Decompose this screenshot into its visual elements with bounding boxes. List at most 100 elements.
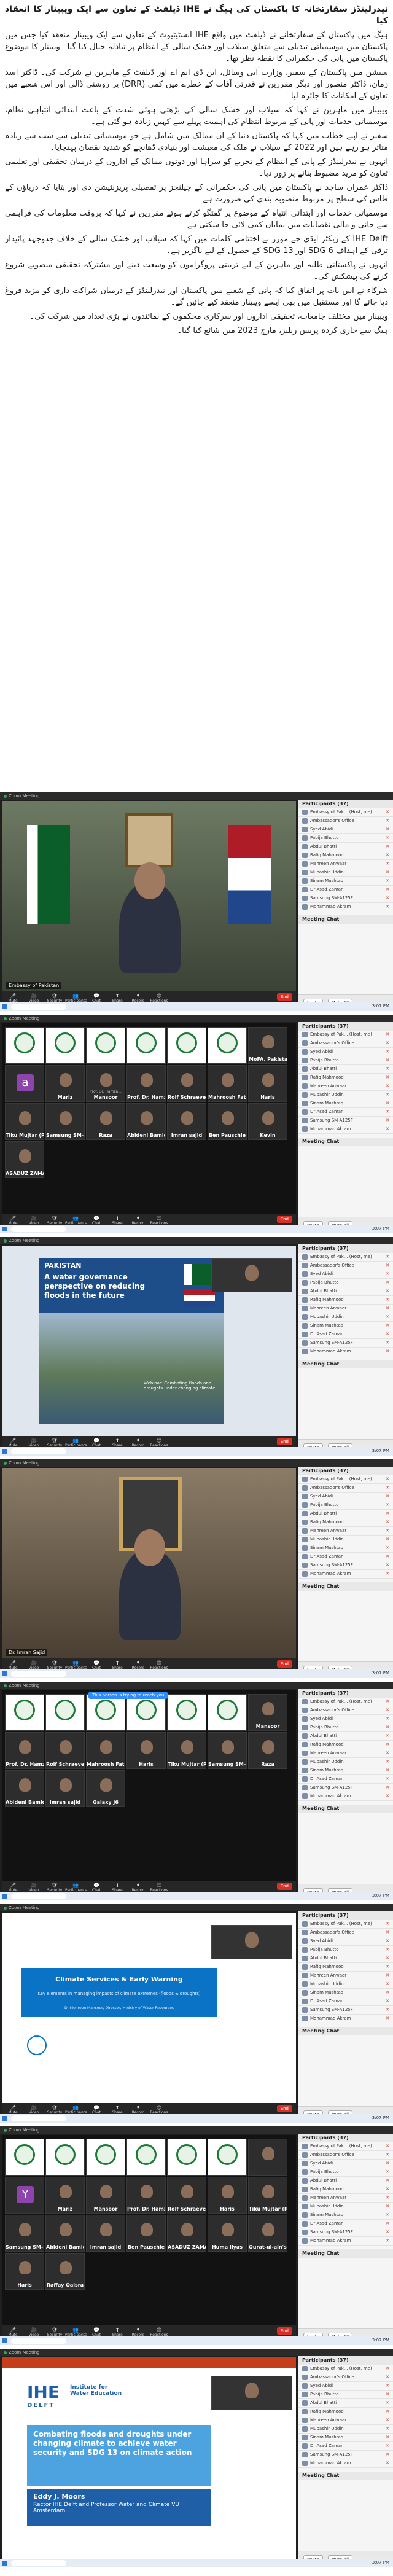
control-video-button[interactable]: 🎥 Video	[23, 1881, 44, 1892]
participant-list-item[interactable]: Pabija Bhutto ✕	[298, 1279, 393, 1287]
participant-list-item[interactable]: Sinam Mushtaq ✕	[298, 1989, 393, 1997]
participant-list-item[interactable]: Dr Asad Zaman ✕	[298, 1775, 393, 1784]
mic-muted-icon[interactable]: ✕	[386, 1339, 389, 1347]
mic-muted-icon[interactable]: ✕	[386, 1527, 389, 1535]
control-chat-button[interactable]: 💬 Chat	[86, 2104, 107, 2115]
participant-list-item[interactable]: Abdul Bhatti ✕	[298, 843, 393, 851]
participant-tile[interactable]	[208, 2139, 247, 2176]
control-reactions-button[interactable]: 😊 Reactions	[149, 1659, 169, 1670]
participant-tile[interactable]: MoFA, Pakistan	[248, 1027, 287, 1064]
end-meeting-button[interactable]: End	[276, 1216, 292, 1223]
participant-list-item[interactable]: Mahreen Anwaar ✕	[298, 1527, 393, 1536]
participant-tile[interactable]: Abideni Bamidi...	[5, 1770, 44, 1807]
mic-muted-icon[interactable]: ✕	[386, 1954, 389, 1962]
participant-tile[interactable]	[126, 2139, 166, 2176]
participant-tile[interactable]: Tiku Mujtar (RVO)	[5, 1103, 44, 1140]
mic-muted-icon[interactable]: ✕	[386, 1475, 389, 1483]
participant-tile[interactable]: Haris	[208, 2177, 247, 2214]
participant-tile[interactable]: Imran sajid	[45, 1770, 85, 1807]
participant-list-item[interactable]: Syed Abidi ✕	[298, 1048, 393, 1056]
control-security-button[interactable]: 🛡 Security	[44, 1214, 65, 1225]
mic-muted-icon[interactable]: ✕	[386, 1039, 389, 1047]
notification-banner[interactable]: This person is trying to reach you	[88, 1692, 168, 1699]
mic-muted-icon[interactable]: ✕	[386, 2416, 389, 2424]
taskbar-search-box[interactable]	[11, 2338, 66, 2344]
participant-list-item[interactable]: Mohammad Akram ✕	[298, 2237, 393, 2246]
participant-list-item[interactable]: Ambassador's Office ✕	[298, 2151, 393, 2160]
participant-list-item[interactable]: Pabija Bhutto ✕	[298, 1946, 393, 1954]
participant-list-item[interactable]: Syed Abidi ✕	[298, 825, 393, 834]
participant-list-item[interactable]: Syed Abidi ✕	[298, 1270, 393, 1279]
control-security-button[interactable]: 🛡 Security	[44, 1881, 65, 1892]
participant-list-item[interactable]: Mahreen Anwaar ✕	[298, 1082, 393, 1091]
control-video-button[interactable]: 🎥 Video	[23, 2104, 44, 2115]
mic-muted-icon[interactable]: ✕	[386, 1920, 389, 1928]
participant-tile[interactable]	[45, 1027, 85, 1064]
participant-list-item[interactable]: Mohammad Akram ✕	[298, 1125, 393, 1134]
participant-list-item[interactable]: Syed Abidi ✕	[298, 1937, 393, 1946]
participant-list-item[interactable]: Mubashir Uddin ✕	[298, 1536, 393, 1544]
control-chat-button[interactable]: 💬 Chat	[86, 1881, 107, 1892]
participant-list-item[interactable]: Sinam Mushtaq ✕	[298, 1766, 393, 1775]
taskbar-search-box[interactable]	[11, 1671, 66, 1677]
participant-list-item[interactable]: Mahreen Anwaar ✕	[298, 1305, 393, 1313]
mic-muted-icon[interactable]: ✕	[386, 1706, 389, 1714]
participant-tile[interactable]	[208, 1027, 247, 1064]
mic-muted-icon[interactable]: ✕	[386, 860, 389, 868]
mic-muted-icon[interactable]: ✕	[386, 843, 389, 851]
participant-list-item[interactable]: Rafiq Mahmood ✕	[298, 1518, 393, 1527]
mic-muted-icon[interactable]: ✕	[386, 808, 389, 816]
mic-muted-icon[interactable]: ✕	[386, 1279, 389, 1287]
participant-tile[interactable]	[167, 1694, 206, 1731]
mic-muted-icon[interactable]: ✕	[386, 817, 389, 825]
windows-start-icon[interactable]	[2, 2338, 7, 2343]
participant-tile[interactable]: Galaxy J6	[86, 1770, 125, 1807]
participant-tile[interactable]: Mariz	[45, 1065, 85, 1102]
participant-tile[interactable]: Huma Ilyas	[208, 2215, 247, 2252]
mic-muted-icon[interactable]: ✕	[386, 825, 389, 833]
participant-list-item[interactable]: Pabija Bhutto ✕	[298, 2391, 393, 2399]
participant-tile[interactable]: Ben Pauschie	[208, 1103, 247, 1140]
participant-list-item[interactable]: Rafiq Mahmood ✕	[298, 851, 393, 860]
mic-muted-icon[interactable]: ✕	[386, 1270, 389, 1278]
mic-muted-icon[interactable]: ✕	[386, 1296, 389, 1304]
mic-muted-icon[interactable]: ✕	[386, 2408, 389, 2416]
participant-list-item[interactable]: Mohammad Akram ✕	[298, 903, 393, 911]
participant-list-item[interactable]: Sinam Mushtaq ✕	[298, 2434, 393, 2442]
participant-list-item[interactable]: Samsung SM-A125F ✕	[298, 1784, 393, 1792]
participant-list-item[interactable]: Samsung SM-A125F ✕	[298, 1339, 393, 1348]
control-participants-button[interactable]: 👥 Participants	[65, 2104, 87, 2115]
participant-list-item[interactable]: Mubashir Uddin ✕	[298, 2203, 393, 2211]
participant-list-item[interactable]: Dr Asad Zaman ✕	[298, 886, 393, 894]
mic-muted-icon[interactable]: ✕	[386, 868, 389, 876]
mic-muted-icon[interactable]: ✕	[386, 851, 389, 859]
control-share-button[interactable]: ⬆ Share	[107, 1437, 128, 1448]
end-meeting-button[interactable]: End	[276, 993, 292, 1001]
participant-list-item[interactable]: Mahreen Anwaar ✕	[298, 860, 393, 868]
mic-muted-icon[interactable]: ✕	[386, 1553, 389, 1561]
mic-muted-icon[interactable]: ✕	[386, 886, 389, 894]
mic-muted-icon[interactable]: ✕	[386, 2237, 389, 2245]
mic-muted-icon[interactable]: ✕	[386, 1262, 389, 1270]
participant-list-item[interactable]: Pabija Bhutto ✕	[298, 1723, 393, 1732]
mic-muted-icon[interactable]: ✕	[386, 2211, 389, 2219]
control-chat-button[interactable]: 💬 Chat	[86, 2326, 107, 2337]
mic-muted-icon[interactable]: ✕	[386, 1305, 389, 1313]
participant-list-item[interactable]: Sinam Mushtaq ✕	[298, 877, 393, 886]
participant-list-item[interactable]: Abdul Bhatti ✕	[298, 1065, 393, 1074]
mic-muted-icon[interactable]: ✕	[386, 2399, 389, 2407]
participant-list-item[interactable]: Syed Abidi ✕	[298, 2160, 393, 2168]
participant-list-item[interactable]: Embassy of Pak... (Host, me) ✕	[298, 1475, 393, 1484]
mic-muted-icon[interactable]: ✕	[386, 2203, 389, 2211]
participant-tile[interactable]: Mansoor Prof. Dr. Hamza...	[86, 1065, 125, 1102]
mic-muted-icon[interactable]: ✕	[386, 2185, 389, 2193]
participant-list-item[interactable]: Samsung SM-A125F ✕	[298, 894, 393, 903]
mic-muted-icon[interactable]: ✕	[386, 1065, 389, 1073]
mic-muted-icon[interactable]: ✕	[386, 1501, 389, 1509]
participant-list-item[interactable]: Mubashir Uddin ✕	[298, 1091, 393, 1099]
mic-muted-icon[interactable]: ✕	[386, 1784, 389, 1792]
participant-tile[interactable]: Abideni Bamidi...	[45, 2215, 85, 2252]
participant-tile[interactable]: Prof. Dr. Hamza...	[126, 2177, 166, 2214]
participant-list-item[interactable]: Pabija Bhutto ✕	[298, 1501, 393, 1510]
mic-muted-icon[interactable]: ✕	[386, 1732, 389, 1740]
